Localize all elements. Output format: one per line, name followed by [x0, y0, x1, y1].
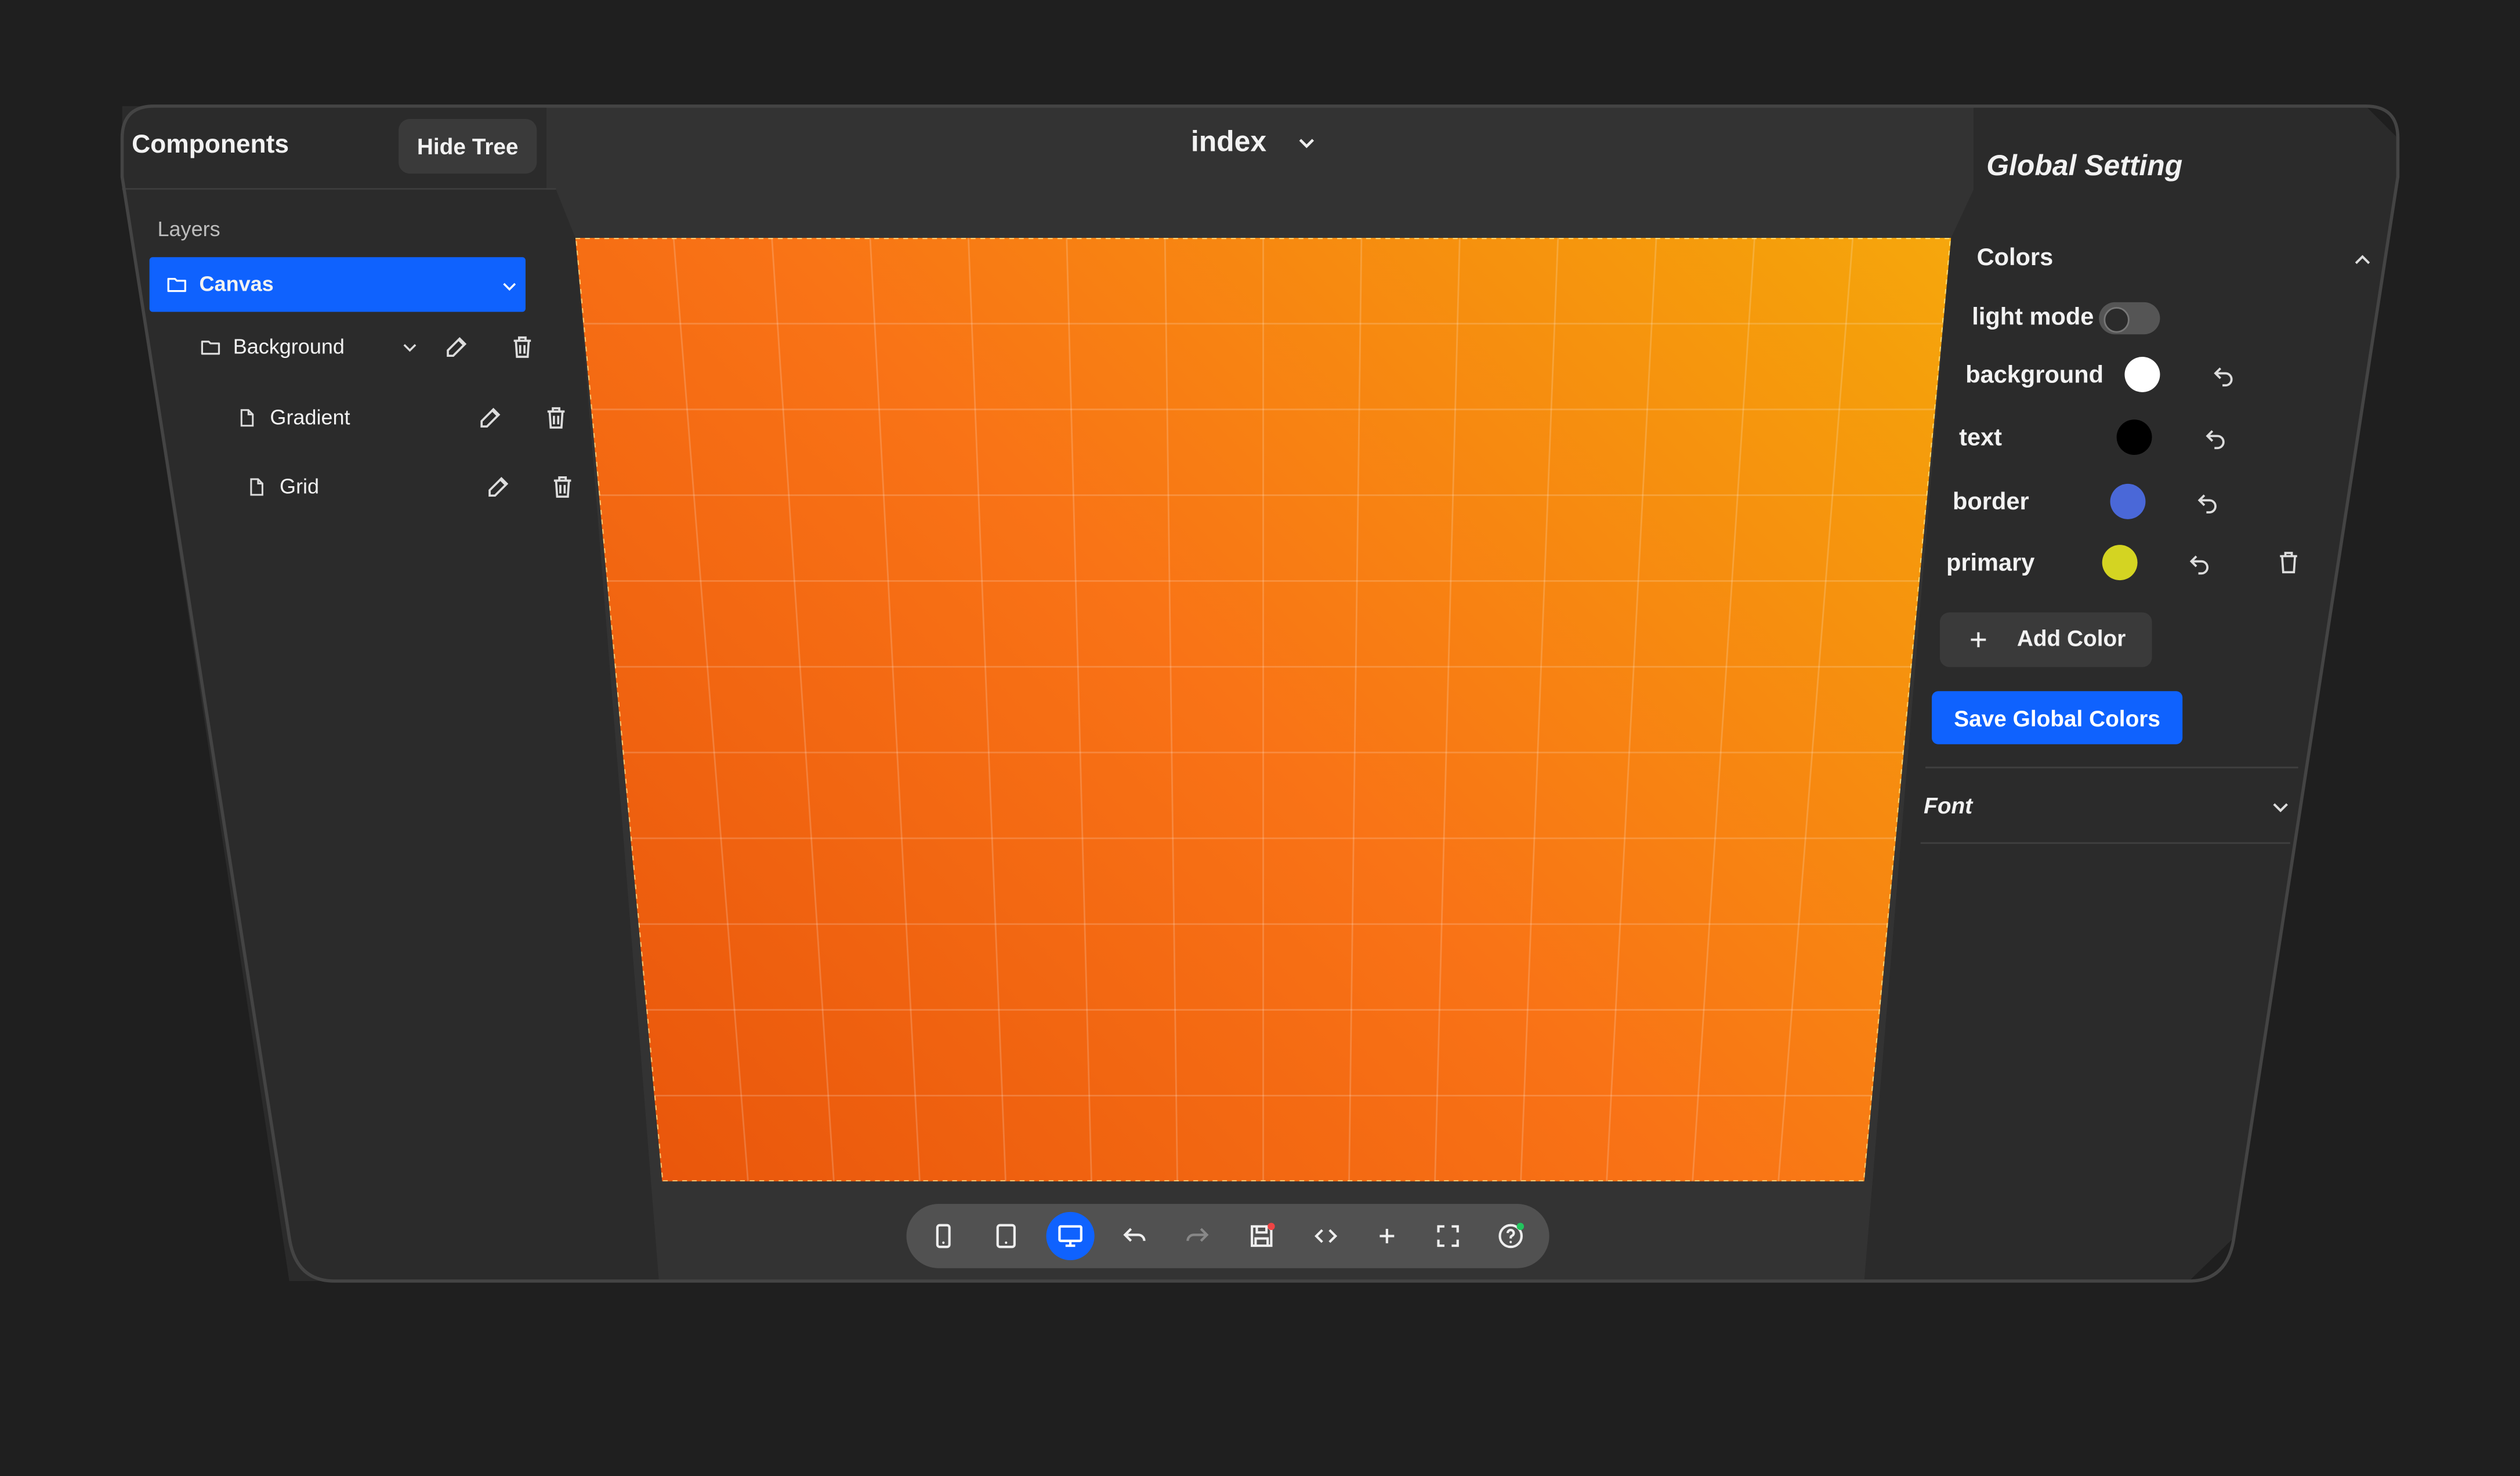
tree-label-background[interactable]: Background [233, 334, 345, 359]
tablet-button[interactable] [982, 1212, 1030, 1260]
save-icon [1251, 1222, 1275, 1247]
plus-button[interactable] [1363, 1212, 1411, 1260]
page-selector[interactable]: index [1191, 125, 1266, 159]
color-name-border: border [1953, 489, 2029, 516]
tablet-icon [996, 1224, 1016, 1249]
grid-line [1521, 238, 1558, 1181]
add-color-button[interactable]: Add Color [1939, 612, 2152, 667]
chevron-down-icon[interactable] [500, 277, 519, 296]
layers-heading: Layers [157, 217, 220, 241]
phone-icon [936, 1224, 951, 1249]
grid-line [772, 238, 834, 1181]
undo-icon [1123, 1228, 1146, 1242]
edit-icon[interactable] [486, 474, 511, 500]
phone-button[interactable] [919, 1212, 968, 1260]
redo-icon [1186, 1228, 1209, 1242]
reset-icon[interactable] [2211, 363, 2236, 388]
chevron-down-icon[interactable] [2269, 795, 2292, 818]
components-title: Components [132, 132, 289, 160]
app-scene: Components Hide Tree Layers Canvas Backg… [0, 0, 2520, 1475]
grid-line [968, 238, 1005, 1181]
undo-button[interactable] [1110, 1212, 1158, 1260]
trash-icon[interactable] [2276, 549, 2301, 575]
reset-icon[interactable] [2195, 490, 2220, 515]
tree-label-grid[interactable]: Grid [280, 474, 319, 498]
color-swatch-text[interactable] [2116, 419, 2152, 455]
file-icon [250, 478, 263, 496]
color-swatch-border[interactable] [2110, 483, 2146, 519]
grid-line [1779, 238, 1853, 1181]
tree-label-canvas: Canvas [199, 272, 274, 296]
save-global-colors-button[interactable]: Save Global Colors [1932, 691, 2183, 744]
folder-icon [201, 341, 220, 355]
color-swatch-primary[interactable] [2102, 545, 2138, 581]
fullscreen-button[interactable] [1424, 1212, 1472, 1260]
color-swatch-background[interactable] [2124, 357, 2160, 392]
chevron-down-icon[interactable] [1294, 130, 1319, 155]
divider [1920, 842, 2290, 844]
tree-label-gradient[interactable]: Gradient [270, 405, 350, 429]
folder-icon [167, 278, 186, 292]
save-button[interactable] [1237, 1212, 1286, 1260]
edit-icon[interactable] [477, 405, 503, 430]
edit-icon[interactable] [444, 334, 469, 360]
help-button[interactable] [1487, 1212, 1535, 1260]
font-section-title[interactable]: Font [1924, 793, 1972, 818]
file-icon [240, 409, 254, 427]
grid-line [674, 238, 748, 1181]
divider [1925, 766, 2298, 769]
redo-button[interactable] [1173, 1212, 1221, 1260]
trash-icon[interactable] [509, 334, 535, 360]
fullscreen-icon [1437, 1225, 1459, 1247]
grid-line [870, 238, 919, 1181]
chevron-down-icon[interactable] [400, 338, 419, 357]
plus-icon [1971, 632, 1986, 647]
add-color-label: Add Color [2016, 625, 2126, 652]
plus-icon [1380, 1228, 1395, 1243]
trash-icon[interactable] [543, 405, 569, 430]
desktop-icon [1058, 1225, 1082, 1247]
color-name-primary: primary [1946, 549, 2035, 577]
color-name-background: background [1965, 361, 2104, 389]
divider [122, 188, 556, 190]
grid-line [1349, 238, 1362, 1181]
toggle-knob [2103, 307, 2130, 333]
light-mode-label: light mode [1972, 303, 2094, 331]
global-setting-title: Global Setting [1986, 149, 2183, 182]
color-name-text: text [1959, 424, 2003, 452]
code-icon [1315, 1229, 1338, 1243]
hide-tree-button[interactable]: Hide Tree [399, 119, 537, 174]
code-button[interactable] [1302, 1212, 1350, 1260]
desktop-button[interactable] [1046, 1211, 1095, 1260]
grid-line [1435, 238, 1460, 1181]
reset-icon[interactable] [2203, 426, 2228, 450]
reset-icon[interactable] [2188, 551, 2212, 576]
grid-line [1693, 238, 1755, 1181]
help-icon [1498, 1222, 1525, 1249]
colors-section-title[interactable]: Colors [1977, 244, 2054, 272]
chevron-up-icon[interactable] [2351, 249, 2374, 272]
grid-line [1165, 238, 1177, 1181]
trash-icon[interactable] [549, 474, 575, 500]
grid-line [1607, 238, 1656, 1181]
grid-line [1067, 238, 1092, 1181]
